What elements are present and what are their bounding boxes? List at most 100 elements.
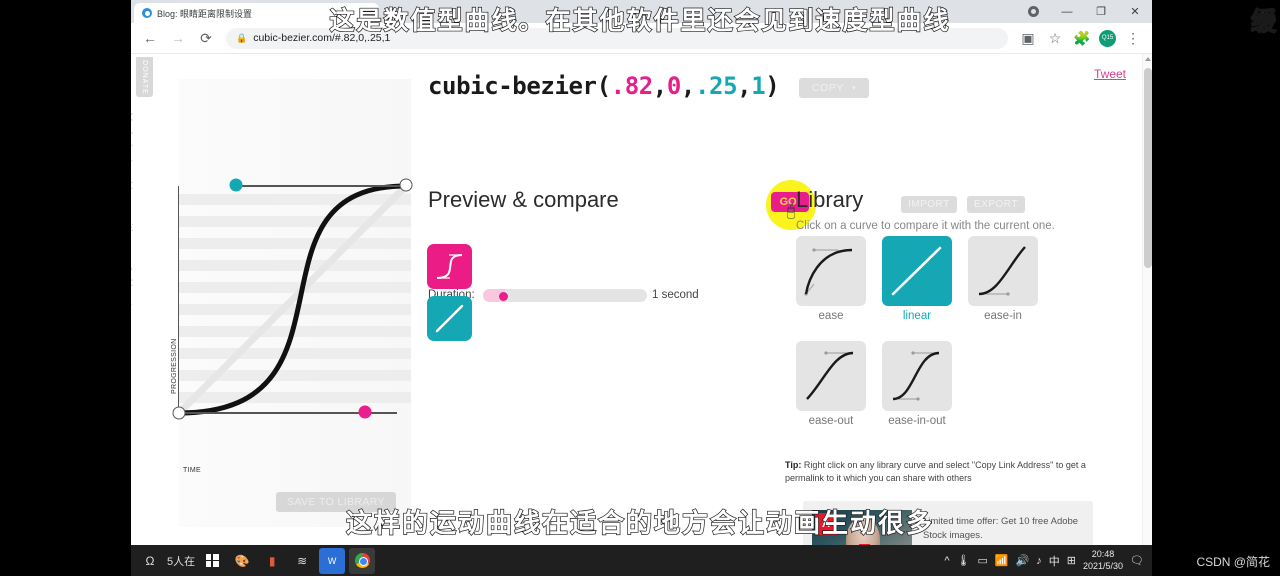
tip-label: Tip: xyxy=(785,460,802,470)
page-scrollbar[interactable] xyxy=(1142,54,1152,545)
ad-face-icon xyxy=(846,518,880,545)
control-handle-p2[interactable] xyxy=(229,178,243,192)
formula-x1[interactable]: .82 xyxy=(611,72,654,100)
curve-thumb-ease-in-icon xyxy=(968,236,1038,306)
close-button[interactable]: ✕ xyxy=(1118,0,1152,23)
library-item-ease-in-out[interactable]: ease-in-out xyxy=(882,341,952,427)
duration-value: 1 second xyxy=(652,289,699,301)
preview-curve-current-icon xyxy=(436,254,463,279)
ad-banner[interactable]: A St Limited time offer: Get 10 free Ado… xyxy=(803,501,1093,545)
avatar[interactable]: Q15 xyxy=(1099,29,1116,47)
back-icon[interactable]: ← xyxy=(137,25,163,51)
lock-icon: 🔒 xyxy=(236,32,248,43)
made-by-credit[interactable]: Made by Lea Verou with care ✿ About xyxy=(131,112,135,306)
library-label-ease-in: ease-in xyxy=(984,310,1022,322)
library-item-linear[interactable]: linear xyxy=(882,236,952,322)
taskbar-people-label: 5人在 xyxy=(167,555,196,568)
people-icon[interactable]: Ω xyxy=(137,548,163,574)
y-axis-label: PROGRESSION xyxy=(171,338,178,394)
mouse-cursor-icon: 🖯 xyxy=(786,201,797,220)
ad-image: A St xyxy=(812,510,912,545)
bookmark-icon[interactable]: ☆ xyxy=(1042,25,1068,51)
notification-icon[interactable]: 🗨 xyxy=(1130,554,1144,567)
tweet-link[interactable]: Tweet xyxy=(1094,67,1126,81)
tray-music-icon[interactable]: ♪ xyxy=(1036,555,1042,567)
curve-editor-canvas[interactable] xyxy=(175,182,411,417)
tray-battery-icon[interactable]: ▭ xyxy=(977,554,987,567)
tray-wifi-icon[interactable]: 📶 xyxy=(995,554,1009,567)
library-label-ease: ease xyxy=(818,310,844,322)
preview-swatch-current[interactable] xyxy=(427,244,472,289)
formula-comma-3: , xyxy=(737,72,752,100)
curve-thumb-ease-in-out-icon xyxy=(882,341,952,411)
screen: Blog: 眼睛距离限制设置 — ❐ ✕ ← → ⟳ 🔒 cubic-bezie… xyxy=(0,0,1280,576)
address-bar[interactable]: 🔒 cubic-bezier.com/#.82,0,.25,1 xyxy=(226,27,1008,49)
browser-window: Blog: 眼睛距离限制设置 — ❐ ✕ ← → ⟳ 🔒 cubic-bezie… xyxy=(131,0,1152,545)
paint-icon[interactable]: 🎨 xyxy=(229,548,255,574)
taskbar-clock[interactable]: 20:48 2021/5/30 xyxy=(1083,549,1123,572)
curve-thumb-ease-out-icon xyxy=(796,341,866,411)
formula-x2[interactable]: .25 xyxy=(695,72,738,100)
menu-icon[interactable]: ⋮ xyxy=(1120,25,1146,51)
scrollbar-thumb[interactable] xyxy=(1144,68,1152,268)
y-axis-line xyxy=(178,186,179,418)
library-title: Library xyxy=(796,187,864,212)
profile-switch-icon[interactable] xyxy=(1020,4,1046,20)
wps-icon[interactable]: W xyxy=(319,547,346,574)
import-button[interactable]: IMPORT xyxy=(901,196,957,213)
bezier-curve-plot xyxy=(175,182,410,417)
linear-reference-line xyxy=(175,182,410,417)
endpoint-p0[interactable] xyxy=(172,406,186,420)
formula-comma-2: , xyxy=(680,72,695,100)
tray-ime-icon[interactable]: 中 xyxy=(1049,553,1060,569)
tray-thermometer-icon[interactable]: 🌡 xyxy=(956,554,970,567)
formula-y2[interactable]: 1 xyxy=(751,72,765,100)
curve-thumb-ease-icon xyxy=(796,236,866,306)
formula-prefix: cubic-bezier( xyxy=(428,72,611,100)
watermark: CSDN @简花 xyxy=(1196,555,1270,569)
taskbar-inner: Ω 5人在 🎨 ▮ ≋ W ^ 🌡 ▭ 📶 🔊 ♪ 中 ⊞ 20:48 2021… xyxy=(131,545,1152,576)
save-to-library-button[interactable]: SAVE TO LIBRARY xyxy=(276,492,396,512)
tray-keyboard-icon[interactable]: ⊞ xyxy=(1067,554,1076,567)
copy-button[interactable]: COPY ▾ xyxy=(799,78,869,98)
preview-title: Preview & compare xyxy=(428,187,619,212)
endpoint-p3[interactable] xyxy=(399,178,413,192)
app-dark-icon[interactable]: ≋ xyxy=(289,548,315,574)
tray-expand-icon[interactable]: ^ xyxy=(944,555,949,567)
app-red-icon[interactable]: ▮ xyxy=(259,548,285,574)
donate-label: DONATE xyxy=(141,59,148,95)
duration-slider-knob[interactable] xyxy=(499,292,508,301)
system-tray: ^ 🌡 ▭ 📶 🔊 ♪ 中 ⊞ 20:48 2021/5/30 🗨 xyxy=(944,545,1152,576)
tab-strip: Blog: 眼睛距离限制设置 — ❐ ✕ xyxy=(131,0,1152,23)
subtitle-edge-char: 缓 xyxy=(1250,6,1276,36)
chrome-icon[interactable] xyxy=(349,547,376,574)
start-icon[interactable] xyxy=(199,548,225,574)
scroll-up-icon[interactable] xyxy=(1145,57,1151,61)
url-text: cubic-bezier.com/#.82,0,.25,1 xyxy=(253,32,391,44)
library-item-ease[interactable]: ease xyxy=(796,236,866,322)
preview-swatch-compare[interactable] xyxy=(427,296,472,341)
extensions-icon[interactable]: 🧩 xyxy=(1069,25,1095,51)
copy-label: COPY xyxy=(811,82,845,94)
export-button[interactable]: EXPORT xyxy=(967,196,1025,213)
tray-volume-icon[interactable]: 🔊 xyxy=(1016,554,1030,567)
duration-slider[interactable] xyxy=(483,289,647,302)
preview-curve-linear-icon xyxy=(435,304,464,333)
control-handle-p1[interactable] xyxy=(358,405,372,419)
library-label-ease-out: ease-out xyxy=(808,415,854,427)
cast-icon[interactable]: ▣ xyxy=(1015,25,1041,51)
library-item-ease-out[interactable]: ease-out xyxy=(796,341,866,427)
x-axis-label: TIME xyxy=(183,467,201,474)
library-item-ease-in[interactable]: ease-in xyxy=(968,236,1038,322)
formula-y1[interactable]: 0 xyxy=(667,72,681,100)
maximize-button[interactable]: ❐ xyxy=(1084,0,1118,23)
toolbar-actions: ▣ ☆ 🧩 Q15 ⋮ xyxy=(1015,25,1146,51)
tip-text: Right click on any library curve and sel… xyxy=(785,460,1086,484)
minimize-button[interactable]: — xyxy=(1050,0,1084,23)
adobe-logo-icon: A xyxy=(815,513,837,535)
library-label-linear: linear xyxy=(902,310,932,322)
donate-button[interactable]: DONATE xyxy=(136,57,153,97)
forward-icon[interactable]: → xyxy=(165,25,191,51)
browser-tab[interactable]: Blog: 眼睛距离限制设置 xyxy=(134,3,379,23)
reload-icon[interactable]: ⟳ xyxy=(193,25,219,51)
